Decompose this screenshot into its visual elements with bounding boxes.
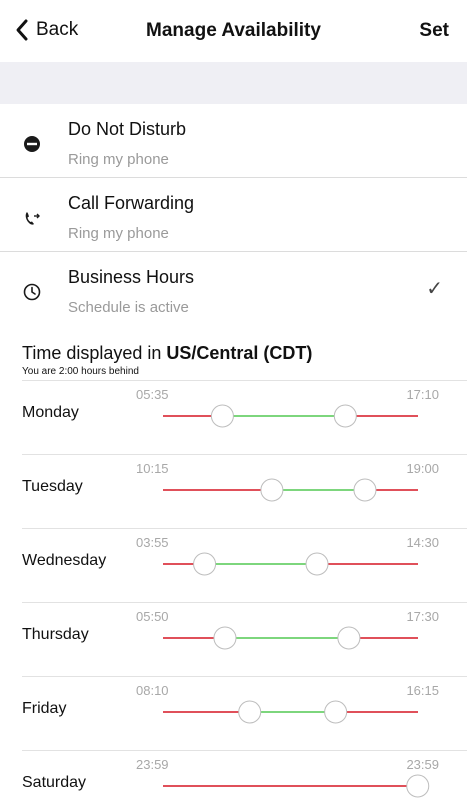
start-time-handle[interactable] (213, 626, 237, 650)
schedule-row-friday: 08:10 16:15 Friday (0, 676, 467, 750)
set-button[interactable]: Set (419, 20, 449, 42)
timezone-offset-note: You are 2:00 hours behind (22, 366, 139, 377)
section-spacer (0, 62, 467, 104)
page-title: Manage Availability (146, 20, 321, 41)
end-time-handle[interactable] (333, 404, 357, 428)
day-label: Friday (22, 700, 67, 717)
checkmark-icon: ✓ (426, 278, 443, 300)
end-time-handle[interactable] (305, 552, 329, 576)
row-divider (22, 454, 467, 455)
day-label: Thursday (22, 626, 89, 643)
option-title: Business Hours (68, 267, 195, 287)
day-label: Saturday (22, 774, 87, 791)
time-range-slider (163, 626, 418, 650)
option-call-forwarding[interactable]: Call Forwarding Ring my phone (0, 178, 467, 252)
time-range-slider (163, 700, 418, 724)
schedule-row-monday: 05:35 17:10 Monday (0, 380, 467, 454)
day-label: Wednesday (22, 552, 107, 569)
clock-icon (22, 282, 42, 302)
row-divider (22, 528, 467, 529)
option-business-hours[interactable]: Business Hours Schedule is active ✓ (0, 252, 467, 326)
end-time-handle[interactable] (337, 626, 361, 650)
schedule-row-wednesday: 03:55 14:30 Wednesday (0, 528, 467, 602)
option-do-not-disturb[interactable]: Do Not Disturb Ring my phone (0, 104, 467, 178)
minus-circle-icon (22, 134, 42, 154)
row-divider (22, 676, 467, 677)
option-subtitle: Ring my phone (68, 151, 169, 168)
start-time-handle[interactable] (210, 404, 234, 428)
option-subtitle: Schedule is active (68, 299, 189, 316)
day-label: Tuesday (22, 478, 83, 495)
start-time-handle[interactable] (193, 552, 217, 576)
phone-forward-icon (22, 208, 42, 228)
end-time-handle[interactable] (353, 478, 377, 502)
option-subtitle: Ring my phone (68, 225, 169, 242)
schedule-row-saturday: 23:59 23:59 Saturday (0, 750, 467, 805)
start-time-handle[interactable] (406, 774, 430, 798)
timezone-prefix: Time displayed in (22, 343, 167, 363)
schedule-row-thursday: 05:50 17:30 Thursday (0, 602, 467, 676)
navigation-bar: Back Manage Availability Set (0, 0, 467, 62)
schedule-row-tuesday: 10:15 19:00 Tuesday (0, 454, 467, 528)
time-range-slider (163, 478, 418, 502)
option-title: Call Forwarding (68, 193, 195, 213)
option-title: Do Not Disturb (68, 119, 187, 139)
row-divider (22, 602, 467, 603)
day-label: Monday (22, 404, 79, 421)
time-range-slider (163, 774, 430, 798)
row-divider (22, 750, 467, 751)
end-time-handle[interactable] (324, 700, 348, 724)
time-range-slider (163, 552, 418, 576)
timezone-label: Time displayed in US/Central (CDT) (22, 343, 312, 364)
row-divider (22, 380, 467, 381)
time-range-slider (163, 404, 418, 428)
start-time-handle[interactable] (238, 700, 262, 724)
timezone-zone: US/Central (CDT) (166, 343, 313, 363)
start-time-handle[interactable] (260, 478, 284, 502)
